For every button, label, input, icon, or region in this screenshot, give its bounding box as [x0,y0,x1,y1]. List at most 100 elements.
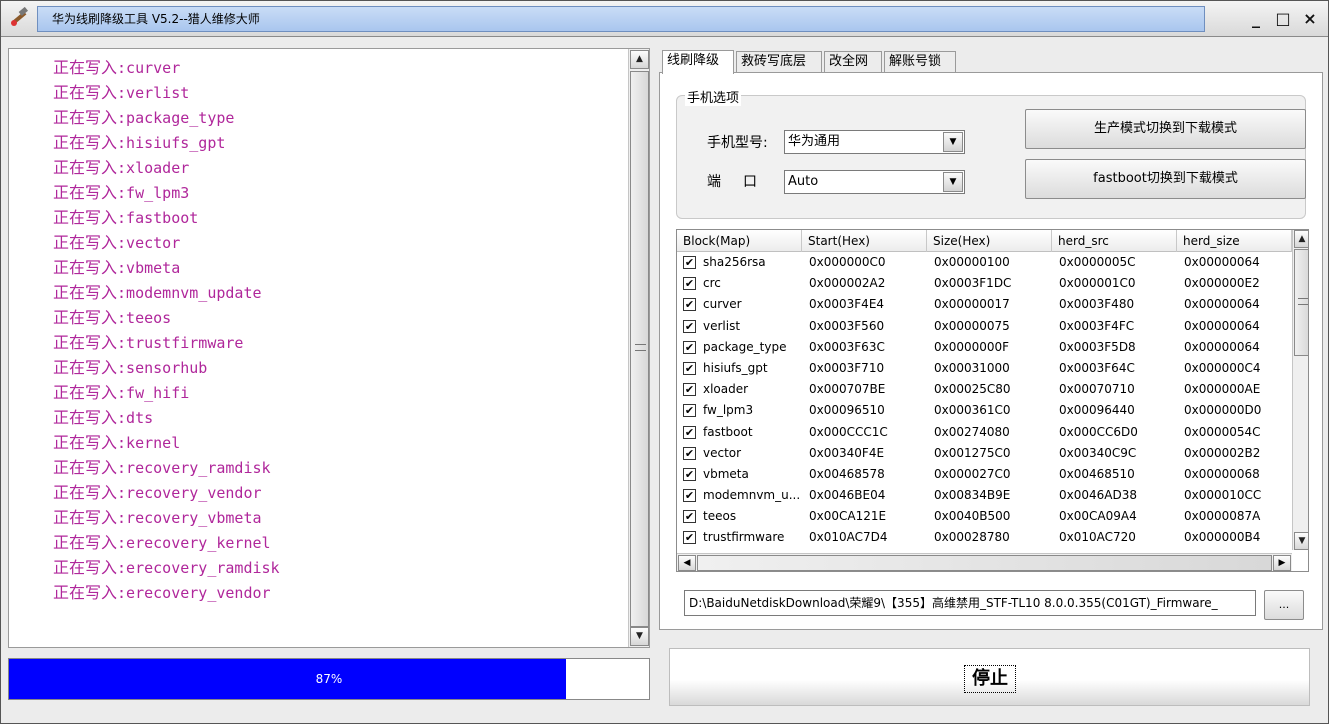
row-checkbox[interactable]: ✔ [683,340,696,354]
column-header[interactable]: Size(Hex) [927,230,1052,252]
scroll-left-button[interactable]: ◀ [678,555,696,571]
log-partition-name: kernel [126,434,181,452]
table-row[interactable]: ✔ sha256rsa 0x000000C0 0x00000100 0x0000005C… [677,252,1292,273]
log-separator: : [117,159,127,177]
table-cell: 0x000000C0 [809,255,886,269]
column-header[interactable]: herd_src [1052,230,1177,252]
table-row[interactable]: ✔ hisiufs_gpt 0x0003F710 0x00031000 0x0003F6… [677,358,1292,379]
table-cell: 0x00340F4E [809,445,885,460]
table-cell: 0x0000087A [1184,509,1261,524]
log-partition-name: recovery_vbmeta [126,509,262,527]
row-checkbox[interactable]: ✔ [683,256,696,269]
progress-label: 87% [315,672,343,686]
column-header[interactable]: Start(Hex) [802,230,927,252]
log-partition-name: recovery_ramdisk [126,459,271,477]
table-row[interactable]: ✔ crc 0x000002A2 0x0003F1DC 0x000001C0 0x0000… [677,273,1292,294]
log-separator: : [117,359,127,377]
table-row[interactable]: ✔ fastboot 0x000CCC1C 0x00274080 0x000CC6D0 0… [677,422,1292,443]
table-row[interactable]: ✔ package_type 0x0003F63C 0x0000000F 0x0003F… [677,337,1292,358]
table-cell: 0x00468578 [809,466,885,481]
browse-button[interactable]: ... [1264,590,1304,620]
row-checkbox[interactable]: ✔ [683,319,696,333]
row-checkbox[interactable]: ✔ [683,531,696,545]
log-partition-name: hisiufs_gpt [126,134,226,152]
log-scrollbar[interactable]: ▲ ▼ [628,49,649,647]
table-cell: 0x000027C0 [934,466,1011,481]
scroll-down-button[interactable]: ▼ [1294,532,1308,550]
row-checkbox[interactable]: ✔ [683,489,696,503]
table-cell: teeos [703,509,737,524]
row-checkbox[interactable]: ✔ [683,383,696,397]
table-row[interactable]: ✔ fw_lpm3 0x00096510 0x000361C0 0x00096440 0x… [677,400,1292,421]
partition-table[interactable]: Block(Map) Start(Hex) Size(Hex) herd_src… [676,229,1309,572]
log-separator: : [117,409,127,427]
log-separator: : [117,234,127,252]
table-hscrollbar[interactable]: ◀ ▶ [677,553,1292,571]
log-prefix: 正在写入 [53,233,118,252]
table-cell: 0x0040B500 [934,509,1011,524]
table-cell: 0x0046AD38 [1059,488,1137,503]
row-checkbox[interactable]: ✔ [683,298,696,312]
table-vscrollbar[interactable]: ▲ ▼ [1292,230,1308,550]
row-checkbox[interactable]: ✔ [683,467,696,481]
scroll-right-button[interactable]: ▶ [1273,555,1291,571]
tab-full-network[interactable]: 改全网 [824,51,882,73]
minimize-button[interactable]: _ [1245,9,1267,29]
tab-unlock-account[interactable]: 解账号锁 [884,51,956,73]
row-checkbox[interactable]: ✔ [683,361,696,375]
log-line: 正在写入:vector [53,230,623,255]
table-cell: 0x00096440 [1059,403,1135,418]
log-line: 正在写入:hisiufs_gpt [53,130,623,155]
firmware-path-field[interactable]: D:\BaiduNetdiskDownload\荣耀9\【355】高维禁用_ST… [684,590,1256,616]
table-row[interactable]: ✔ teeos 0x00CA121E 0x0040B500 0x00CA09A4 0x00… [677,506,1292,527]
table-cell: sha256rsa [703,255,766,269]
table-cell: 0x00274080 [934,424,1010,439]
column-header[interactable]: herd_size [1177,230,1292,252]
prod-to-download-button[interactable]: 生产模式切换到下载模式 [1025,109,1306,149]
table-header: Block(Map) Start(Hex) Size(Hex) herd_src… [677,230,1292,252]
scroll-down-button[interactable]: ▼ [630,627,649,646]
table-cell: package_type [703,339,787,354]
log-panel[interactable]: 正在写入:curver 正在写入:verlist 正在写入:package_type… [8,48,650,648]
dropdown-arrow-icon[interactable]: ▼ [943,132,963,152]
close-button[interactable]: × [1299,9,1321,29]
h-scroll-thumb[interactable] [697,555,1272,571]
row-checkbox[interactable]: ✔ [683,277,696,291]
table-cell: 0x00000064 [1184,318,1260,333]
log-prefix: 正在写入 [53,283,118,302]
group-legend: 手机选项 [685,87,742,106]
table-row[interactable]: ✔ xloader 0x000707BE 0x00025C80 0x00070710 0x… [677,379,1292,400]
log-separator: : [117,259,127,277]
row-checkbox[interactable]: ✔ [683,425,696,439]
log-partition-name: fw_hifi [126,384,190,402]
log-separator: : [117,534,127,552]
table-cell: 0x000002A2 [809,276,886,291]
row-checkbox[interactable]: ✔ [683,404,696,418]
table-row[interactable]: ✔ vbmeta 0x00468578 0x000027C0 0x00468510 0x0… [677,464,1292,485]
scroll-thumb[interactable] [1294,249,1308,356]
tab-unbrick[interactable]: 救砖写底层 [736,51,822,73]
tab-flash-downgrade[interactable]: 线刷降级 [662,50,734,74]
fastboot-to-download-button[interactable]: fastboot切换到下载模式 [1025,159,1306,199]
table-row[interactable]: ✔ verlist 0x0003F560 0x00000075 0x0003F4FC 0x… [677,316,1292,337]
table-row[interactable]: ✔ modemnvm_u... 0x0046BE04 0x00834B9E 0x0046… [677,485,1292,506]
row-checkbox[interactable]: ✔ [683,510,696,524]
table-row[interactable]: ✔ trustfirmware 0x010AC7D4 0x00028780 0x010A… [677,527,1292,548]
scroll-up-button[interactable]: ▲ [630,50,649,69]
maximize-button[interactable]: □ [1272,9,1294,29]
scroll-up-button[interactable]: ▲ [1294,230,1308,248]
model-select[interactable]: 华为通用 ▼ [784,130,965,154]
log-prefix: 正在写入 [53,433,118,452]
table-cell: 0x000002B2 [1184,445,1261,460]
table-row[interactable]: ✔ vector 0x00340F4E 0x001275C0 0x00340C9C 0x0… [677,443,1292,464]
log-separator: : [117,184,127,202]
port-select[interactable]: Auto ▼ [784,170,965,194]
scroll-thumb[interactable] [630,71,649,627]
table-row[interactable]: ✔ curver 0x0003F4E4 0x00000017 0x0003F480 0x0… [677,294,1292,315]
title-bar: 华为线刷降级工具 V5.2--猎人维修大师 _ □ × [1,1,1328,37]
dropdown-arrow-icon[interactable]: ▼ [943,172,963,192]
stop-button[interactable]: 停止 [670,649,1309,705]
table-cell: 0x000000AE [1184,382,1261,397]
row-checkbox[interactable]: ✔ [683,446,696,460]
column-header[interactable]: Block(Map) [677,230,802,252]
